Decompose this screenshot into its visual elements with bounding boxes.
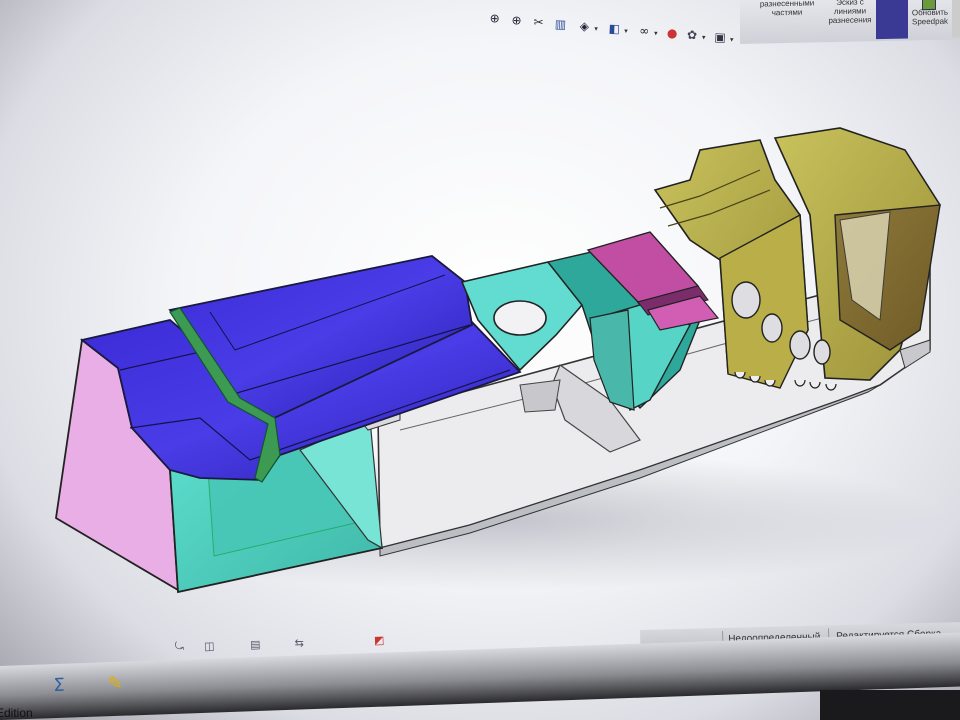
motion-study-icon[interactable]: ◫: [200, 636, 219, 655]
rear-hole-1[interactable]: [789, 330, 811, 360]
inner-gusset[interactable]: [519, 379, 561, 413]
simulation-icon[interactable]: ▤: [246, 635, 265, 654]
model-tab-icon[interactable]: ⤿: [170, 637, 189, 656]
record-icon[interactable]: ◩: [370, 630, 389, 649]
bracket-hole-2[interactable]: [761, 313, 783, 343]
bracket-hole-1[interactable]: [731, 281, 761, 319]
graphics-area[interactable]: [0, 0, 960, 720]
bearing-bore-hole[interactable]: [493, 300, 547, 336]
edition-label: Edition: [0, 706, 33, 720]
scroll-arrows-icon[interactable]: ⇆: [290, 633, 309, 652]
rear-hole-2[interactable]: [813, 339, 831, 365]
sketch-icon[interactable]: ✎: [104, 672, 126, 695]
sum-icon[interactable]: Σ: [48, 674, 70, 697]
monitor-bezel: [820, 690, 960, 720]
